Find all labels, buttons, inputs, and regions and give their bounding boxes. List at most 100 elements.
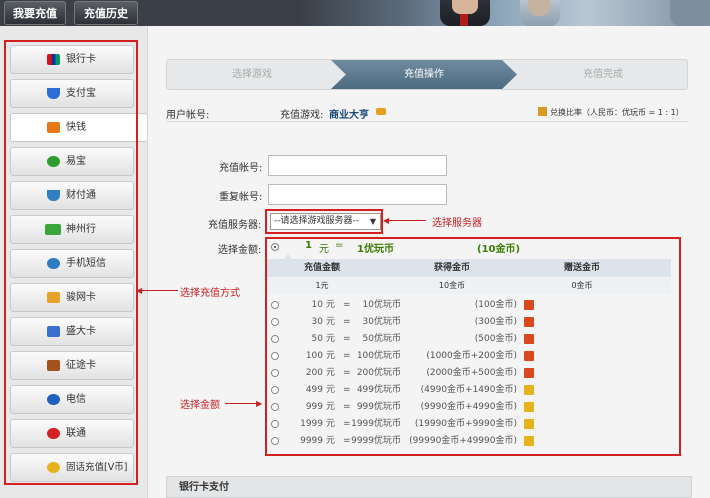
row-coins: 9999优玩币	[351, 436, 401, 446]
amount-radio[interactable]	[271, 352, 279, 360]
row-coins: 100优玩币	[356, 351, 401, 361]
tab-history[interactable]: 充值历史	[74, 1, 138, 25]
game-name: 商业大亨	[329, 110, 369, 121]
gift-icon	[524, 317, 534, 327]
gift-icon	[524, 436, 534, 446]
annotation-server: 选择服务器	[432, 218, 482, 229]
server-arrow-line	[388, 220, 426, 221]
amount-arrow-icon: ▶	[256, 399, 263, 408]
server-highlight-box	[265, 209, 383, 234]
step-select-game: 选择游戏	[232, 69, 272, 80]
game-label: 充值游戏:	[280, 110, 324, 121]
amount-label: 选择金额:	[218, 245, 262, 256]
sub-gold: 10金币	[438, 281, 466, 290]
amount-radio[interactable]	[271, 318, 279, 326]
row-unit: 元	[326, 402, 336, 412]
table-row[interactable]: 999 元 = 999优玩币 (9990金币+4990金币)	[267, 399, 671, 416]
row-coins: 999优玩币	[356, 402, 401, 412]
server-arrow-icon: ◀	[383, 216, 390, 225]
amount-radio[interactable]	[271, 335, 279, 343]
row-unit: 元	[326, 385, 336, 395]
row-amount: 200	[305, 368, 323, 378]
row-eq: =	[343, 436, 351, 446]
game-icon	[376, 108, 386, 115]
selected-eq: =	[335, 240, 344, 251]
table-row[interactable]: 200 元 = 200优玩币 (2000金币+500金币)	[267, 365, 671, 382]
step-complete: 充值完成	[583, 69, 623, 80]
gift-icon	[524, 419, 534, 429]
row-amount: 1999	[300, 419, 323, 429]
table-row[interactable]: 9999 元 = 9999优玩币 (99990金币+49990金币)	[267, 433, 671, 450]
table-row[interactable]: 1999 元 = 1999优玩币 (19990金币+9990金币)	[267, 416, 671, 433]
row-coins: 200优玩币	[356, 368, 401, 378]
row-eq: =	[343, 334, 351, 344]
row-unit: 元	[326, 368, 336, 378]
row-amount: 30	[311, 317, 323, 327]
repeat-account-input[interactable]	[268, 184, 447, 205]
amount-radio[interactable]	[271, 437, 279, 445]
row-eq: =	[343, 351, 351, 361]
row-unit: 元	[326, 317, 336, 327]
row-eq: =	[343, 317, 351, 327]
gift-icon	[524, 402, 534, 412]
row-gold: (9990金币+4990金币)	[420, 402, 517, 412]
row-eq: =	[343, 368, 351, 378]
info-row: 用户帐号: 充值游戏: 商业大亨 兑换比率（人民币：优玩币 = 1 : 1）	[166, 104, 688, 122]
account-input[interactable]	[268, 155, 447, 176]
table-row[interactable]: 50 元 = 50优玩币 (500金币)	[267, 331, 671, 348]
row-coins: 499优玩币	[356, 385, 401, 395]
row-coins: 1999优玩币	[351, 419, 401, 429]
step-recharge: 充值操作	[404, 69, 444, 80]
row-coins: 30优玩币	[362, 317, 401, 327]
selected-amount-radio[interactable]	[271, 243, 279, 251]
row-unit: 元	[326, 436, 336, 446]
row-amount: 999	[305, 402, 323, 412]
amount-radio[interactable]	[271, 301, 279, 309]
row-coins: 10优玩币	[362, 300, 401, 310]
tab-recharge[interactable]: 我要充值	[4, 1, 66, 25]
row-gold: (500金币)	[474, 334, 517, 344]
selected-unit: 元	[319, 244, 329, 255]
amount-radio[interactable]	[271, 420, 279, 428]
row-eq: =	[343, 300, 351, 310]
table-header-gold: 获得金币	[433, 263, 470, 273]
selected-gold: (10金币)	[477, 244, 521, 255]
sub-bonus: 0金币	[571, 281, 593, 290]
server-label: 充值服务器:	[208, 220, 262, 231]
amount-radio[interactable]	[271, 386, 279, 394]
row-eq: =	[343, 419, 351, 429]
row-eq: =	[343, 402, 351, 412]
table-row[interactable]: 100 元 = 100优玩币 (1000金币+200金币)	[267, 348, 671, 365]
table-header-amount: 充值金额	[303, 263, 340, 273]
table-header-bonus: 赠送金币	[563, 263, 600, 273]
gift-icon	[524, 368, 534, 378]
row-unit: 元	[326, 351, 336, 361]
amount-radio[interactable]	[271, 369, 279, 377]
row-eq: =	[343, 385, 351, 395]
row-gold: (300金币)	[474, 317, 517, 327]
repeat-account-label: 重复帐号:	[219, 192, 263, 203]
table-row[interactable]: 499 元 = 499优玩币 (4990金币+1490金币)	[267, 382, 671, 399]
amount-radio[interactable]	[271, 403, 279, 411]
gift-icon	[524, 334, 534, 344]
exchange-rate: 兑换比率（人民币：优玩币 = 1 : 1）	[550, 108, 684, 117]
user-account-label: 用户帐号:	[166, 110, 210, 121]
row-gold: (4990金币+1490金币)	[420, 385, 517, 395]
row-coins: 50优玩币	[362, 334, 401, 344]
sub-amount: 1元	[315, 281, 329, 290]
selected-coins: 1优玩币	[357, 244, 394, 255]
exchange-icon	[538, 107, 547, 116]
annotation-amount: 选择金额	[180, 400, 220, 411]
table-row[interactable]: 30 元 = 30优玩币 (300金币)	[267, 314, 671, 331]
selected-qty: 1	[305, 240, 312, 251]
row-gold: (1000金币+200金币)	[426, 351, 517, 361]
sidebar-highlight-box	[4, 40, 138, 485]
table-row[interactable]: 10 元 = 10优玩币 (100金币)	[267, 297, 671, 314]
row-amount: 100	[305, 351, 323, 361]
row-amount: 9999	[300, 436, 323, 446]
row-unit: 元	[326, 334, 336, 344]
row-unit: 元	[326, 300, 336, 310]
row-amount: 499	[305, 385, 323, 395]
gift-icon	[524, 385, 534, 395]
bank-card-payment-header: 银行卡支付	[166, 476, 692, 498]
